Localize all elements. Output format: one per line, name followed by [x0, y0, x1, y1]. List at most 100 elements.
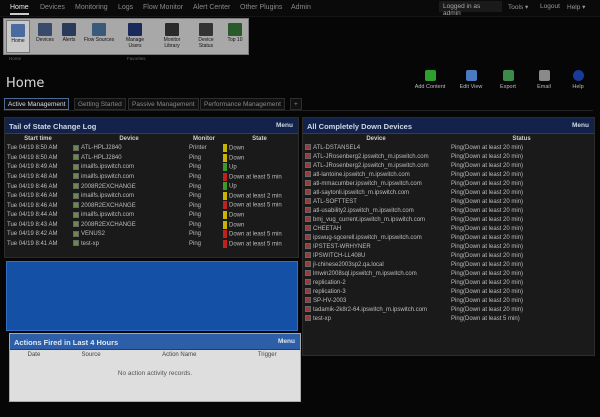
state-change-log-panel: Tail of State Change Log Menu Start time…	[4, 117, 299, 258]
nav-logs[interactable]: Logs	[118, 4, 133, 11]
down-device-name-cell[interactable]: atl-saytonli.ipswitch_m.ipswitch.com	[303, 189, 449, 198]
down-device-name-cell[interactable]: ATL-JRosenberg2.ipswitch_m.ipswitch.com	[303, 162, 449, 171]
fav-home-label: Home	[11, 38, 25, 44]
log-time: Tue 04/19 8:48 AM	[7, 174, 58, 181]
device-down-icon	[305, 153, 311, 160]
down-device-name-cell[interactable]: ATL-SOFTTEST	[303, 198, 449, 207]
log-device[interactable]: test-xp	[71, 240, 187, 250]
no-actions-message: No action activity records.	[117, 370, 193, 377]
down-device-name-cell[interactable]: ATL-DSTANSEL4	[303, 144, 449, 153]
log-device[interactable]: imailfs.ipswitch.com	[71, 211, 187, 221]
log-monitor: Printer	[189, 145, 207, 152]
tab-passive-management[interactable]: Passive Management	[128, 98, 199, 110]
tab-getting-started[interactable]: Getting Started	[74, 98, 126, 110]
top-nav-bar: Home Devices Monitoring Logs Flow Monito…	[0, 0, 600, 17]
down-device-name-cell[interactable]: lmwin2008sql.ipswitch_m.ipswitch.com	[303, 270, 449, 279]
log-device[interactable]: imailfs.ipswitch.com	[71, 163, 187, 173]
fav-alerts-label: Alerts	[62, 37, 76, 43]
login-status: Logged in as admin	[439, 1, 502, 17]
fav-flow-sources[interactable]: Flow Sources	[81, 20, 117, 53]
down-device-name-cell[interactable]: test-xp	[303, 315, 449, 324]
down-device-name-cell[interactable]: tadamik-2k8r2-64.ipswitch_m.ipswitch.com	[303, 306, 449, 315]
down-device-name-cell[interactable]: ipswug-sgcerell.ipswitch_m.ipswitch.com	[303, 234, 449, 243]
down-device-name-cell[interactable]: jl-chinese2003sp2.qa.local	[303, 261, 449, 270]
log-device[interactable]: VENUS2	[71, 230, 187, 240]
tab-performance-management[interactable]: Performance Management	[200, 98, 285, 110]
down-device-name-cell[interactable]: atl-usability2.ipswitch_m.ipswitch.com	[303, 207, 449, 216]
tab-active-management[interactable]: Active Management	[4, 98, 70, 110]
down-devices-menu[interactable]: Menu	[572, 122, 589, 129]
edit-view-button[interactable]: Edit View	[450, 70, 492, 90]
tools-menu[interactable]: Tools ▾	[508, 3, 528, 11]
log-device-name: ATL-HPLJ2840	[81, 145, 122, 152]
nav-devices[interactable]: Devices	[40, 4, 65, 11]
help-menu[interactable]: Help ▾	[567, 3, 585, 11]
log-monitor: Ping	[189, 183, 202, 190]
state-change-log-menu[interactable]: Menu	[276, 122, 293, 129]
fav-alerts[interactable]: Alerts	[59, 20, 79, 53]
log-device[interactable]: imailfs.ipswitch.com	[71, 173, 187, 183]
export-icon	[502, 70, 514, 81]
log-row: Tue 04/19 8:50 AM ATL-HPLJ2840 Printer Down	[5, 144, 298, 154]
log-monitor: Ping	[189, 221, 202, 228]
plus-icon	[424, 70, 436, 81]
log-state-text: Down at least 5 min	[229, 231, 282, 238]
down-device-name-cell[interactable]: IPSWITCH-LL408U	[303, 252, 449, 261]
state-indicator	[223, 201, 227, 210]
down-device-name-cell[interactable]: IPSTEST-WRHYNER	[303, 243, 449, 252]
nav-home[interactable]: Home	[10, 4, 29, 15]
down-device-name-cell[interactable]: bmj_vug_current.ipswitch_m.ipswitch.com	[303, 216, 449, 225]
nav-alert-center[interactable]: Alert Center	[193, 4, 230, 11]
log-state-text: Up	[229, 164, 237, 171]
down-device-name-cell[interactable]: ATL-JRosenberg2.ipswitch_m.ipswitch.com	[303, 153, 449, 162]
down-device-name-cell[interactable]: replication-2	[303, 279, 449, 288]
down-device-status: Ping(Down at least 20 min)	[451, 226, 524, 232]
down-device-status: Ping(Down at least 20 min)	[451, 190, 524, 196]
col-dd-status: Status	[512, 135, 531, 142]
logout-link[interactable]: Logout	[540, 3, 560, 10]
help-button[interactable]: Help	[557, 70, 599, 90]
log-state: Down	[221, 144, 298, 154]
fav-top-10-label: Top 10	[227, 37, 243, 43]
actions-fired-table: Date Source Action Name Trigger	[10, 350, 300, 360]
tab-add[interactable]: +	[290, 98, 302, 110]
nav-flow-monitor[interactable]: Flow Monitor	[143, 4, 183, 11]
fav-monitor-library[interactable]: Monitor Library	[156, 20, 188, 53]
down-device-name-cell[interactable]: atl-lantoine.ipswitch_m.ipswitch.com	[303, 171, 449, 180]
down-device-name-cell[interactable]: replication-3	[303, 288, 449, 297]
down-device-name: CHEETAH	[313, 226, 342, 232]
down-device-name-cell[interactable]: atl-mmacumber.ipswitch_m.ipswitch.com	[303, 180, 449, 189]
device-down-icon	[305, 162, 311, 169]
nav-admin[interactable]: Admin	[291, 4, 311, 11]
log-device[interactable]: ATL-HPLJ2840	[71, 144, 187, 154]
down-device-name-cell[interactable]: SP-HV-2003	[303, 297, 449, 306]
log-device[interactable]: 2008R2EXCHANGE	[71, 182, 187, 192]
log-row: Tue 04/19 8:48 AM imailfs.ipswitch.com Pin…	[5, 172, 298, 183]
add-content-button[interactable]: Add Content	[409, 70, 451, 90]
nav-monitoring[interactable]: Monitoring	[75, 4, 108, 11]
log-row: Tue 04/19 8:44 AM imailfs.ipswitch.com Pin…	[5, 211, 298, 221]
log-device[interactable]: 2008R2EXCHANGE	[71, 201, 187, 211]
down-device-status: Ping(Down at least 5 min)	[451, 316, 520, 322]
log-time: Tue 04/19 8:46 AM	[7, 183, 58, 190]
device-icon	[73, 144, 79, 151]
fav-device-status[interactable]: Device Status	[192, 20, 220, 53]
fav-home[interactable]: Home	[6, 20, 30, 53]
fav-top-10[interactable]: Top 10	[223, 20, 247, 53]
log-device[interactable]: imailfs.ipswitch.com	[71, 192, 187, 202]
fav-devices[interactable]: Devices	[33, 20, 57, 53]
log-device[interactable]: ATL-HPLJ2840	[71, 154, 187, 164]
fav-manage-users[interactable]: Manage Users	[120, 20, 150, 53]
down-device-row: lmwin2008sql.ipswitch_m.ipswitch.com Ping…	[303, 270, 594, 279]
device-icon	[73, 221, 79, 228]
state-change-log-header: Tail of State Change Log Menu	[5, 118, 298, 134]
actions-fired-menu[interactable]: Menu	[278, 338, 295, 345]
log-time: Tue 04/19 8:50 AM	[7, 154, 58, 161]
devices-icon	[38, 23, 52, 36]
down-device-name-cell[interactable]: CHEETAH	[303, 225, 449, 234]
down-device-status: Ping(Down at least 20 min)	[451, 298, 524, 304]
help-button-label: Help	[572, 84, 584, 90]
log-time: Tue 04/19 8:44 AM	[7, 212, 58, 219]
log-device[interactable]: 2008R2EXCHANGE	[71, 221, 187, 231]
nav-other-plugins[interactable]: Other Plugins	[240, 4, 282, 11]
